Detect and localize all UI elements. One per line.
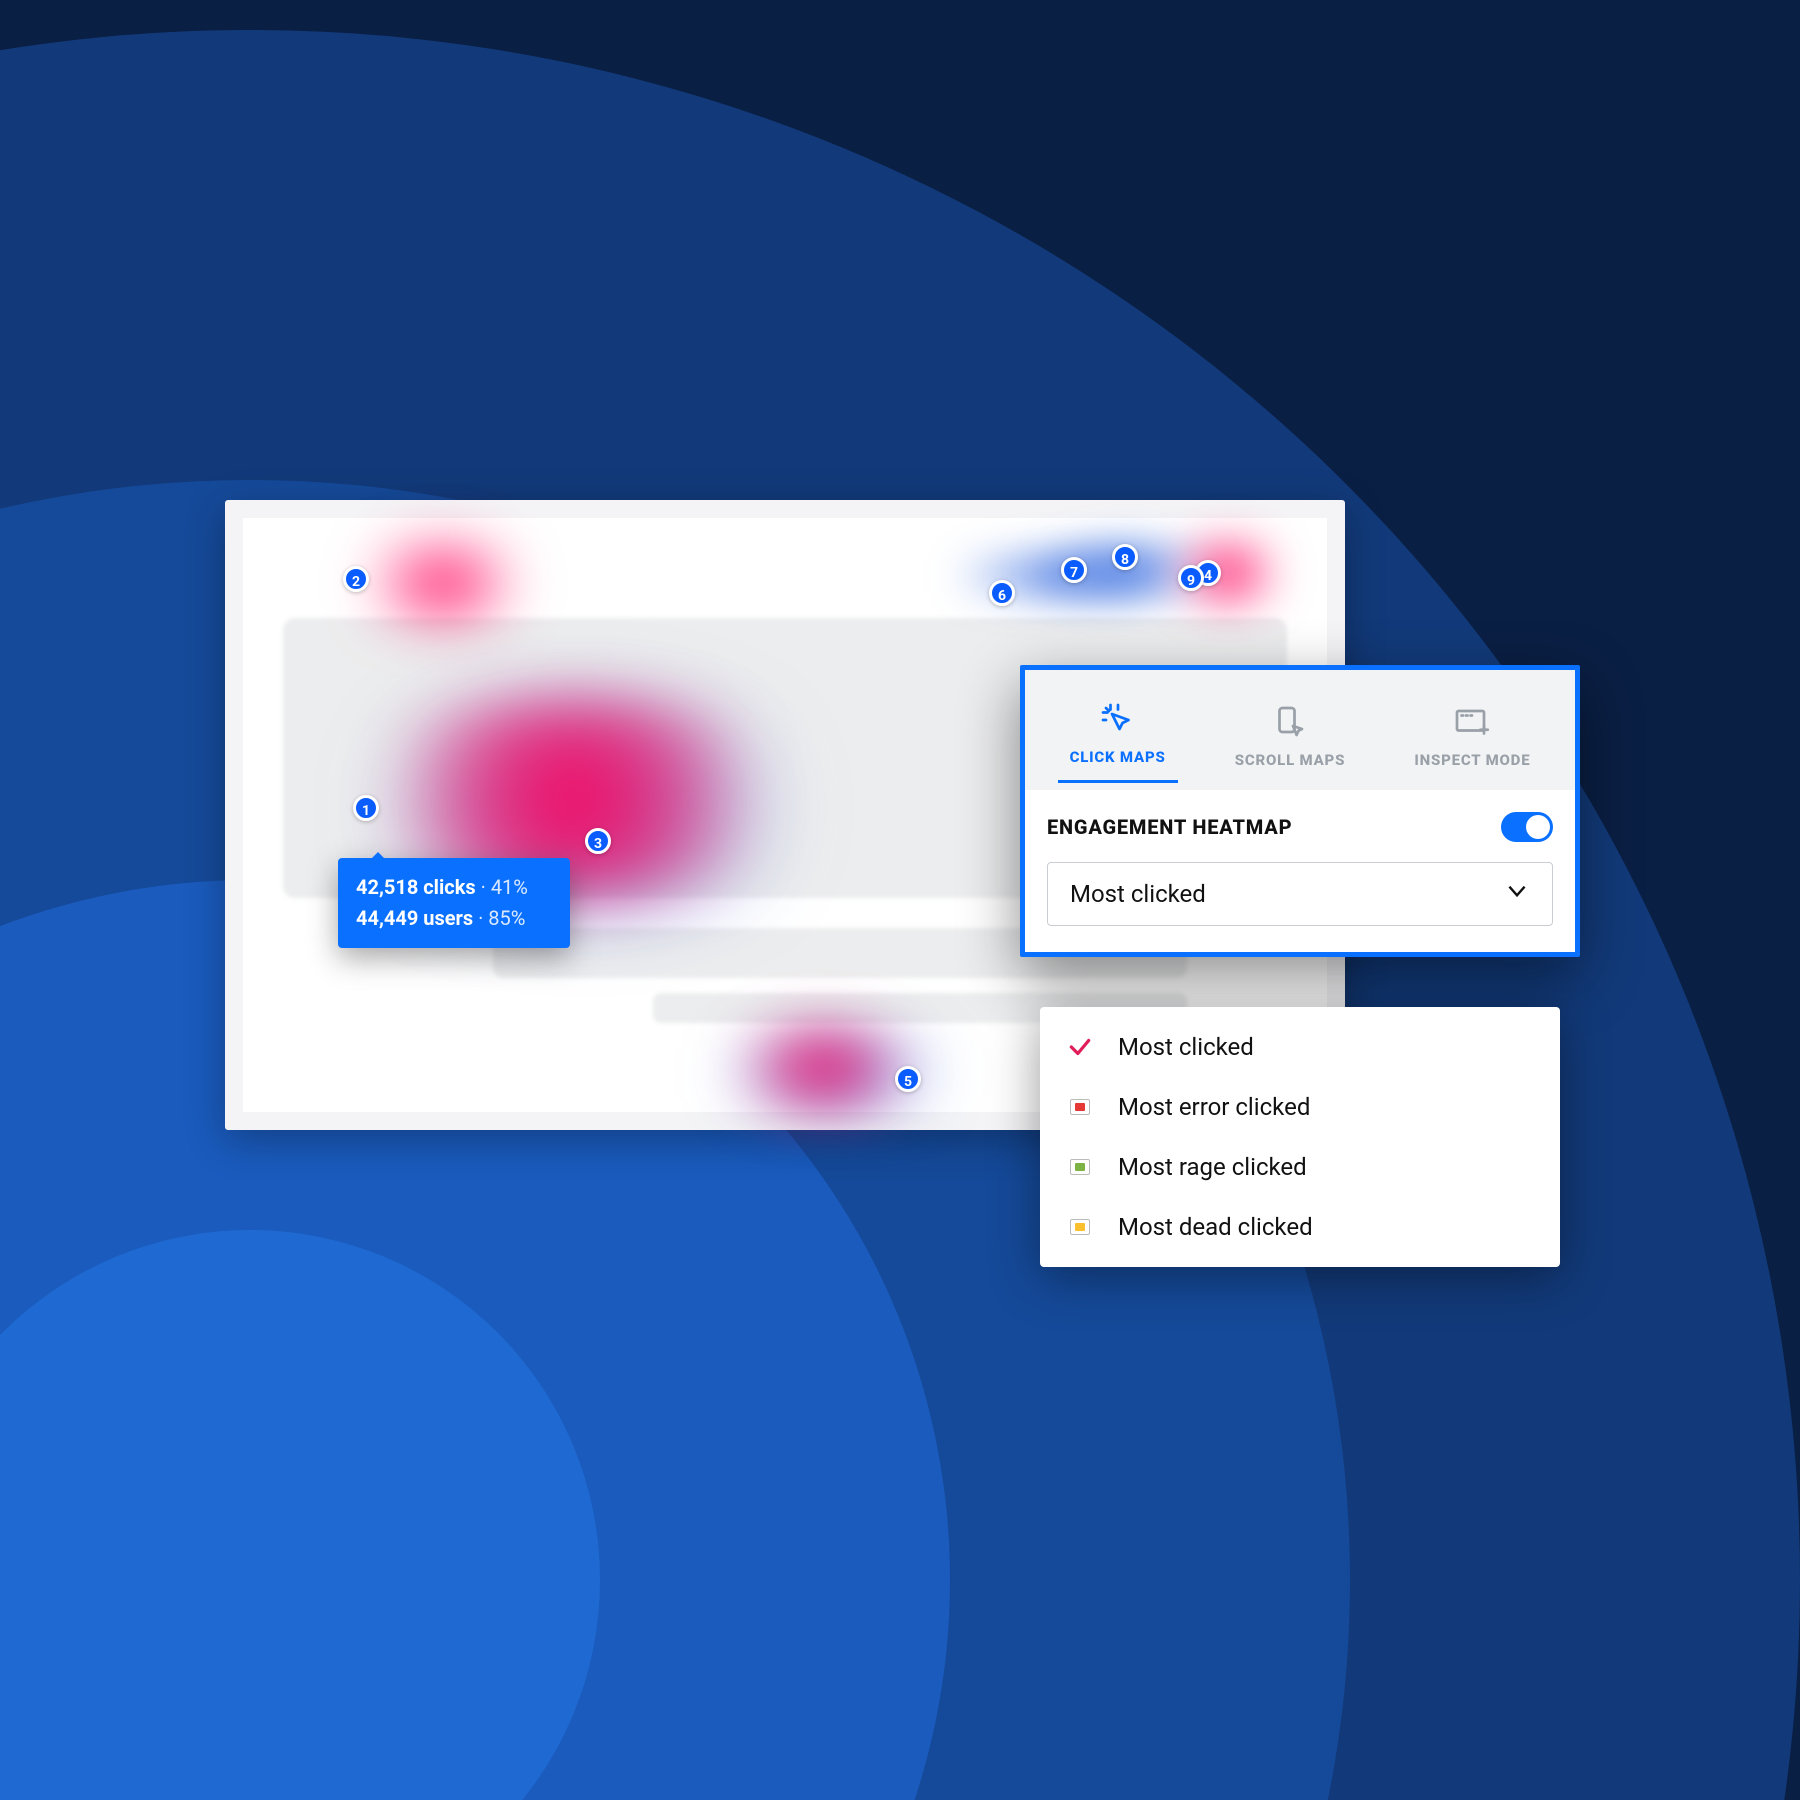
tooltip-users-pct: 85% — [488, 906, 525, 930]
click-icon — [1100, 702, 1136, 742]
tab-click-maps[interactable]: CLICK MAPS — [1058, 692, 1178, 783]
tab-scroll-maps[interactable]: SCROLL MAPS — [1223, 695, 1357, 783]
tooltip-clicks-pct: 41% — [491, 875, 528, 899]
scroll-icon — [1272, 705, 1308, 745]
tooltip-clicks: 42,518 clicks — [356, 875, 476, 899]
heatmap-controls-panel: CLICK MAPS SCROLL MAPS INSPECT MODE — [1020, 665, 1580, 957]
metric-select[interactable]: Most clicked — [1047, 862, 1553, 926]
section-title: ENGAGEMENT HEATMAP — [1047, 815, 1292, 839]
metric-select-value: Most clicked — [1070, 880, 1206, 908]
option-label: Most dead clicked — [1118, 1213, 1313, 1241]
metric-select-dropdown: Most clicked Most error clicked Most rag… — [1040, 1007, 1560, 1267]
heat-blob — [343, 548, 543, 618]
heatmap-marker-1[interactable]: 1 — [353, 795, 379, 821]
heatmap-marker-8[interactable]: 8 — [1112, 544, 1138, 570]
tooltip-users: 44,449 users — [356, 906, 473, 930]
chevron-down-icon — [1504, 878, 1530, 910]
tab-label: CLICK MAPS — [1070, 748, 1166, 766]
metric-option-most-dead-clicked[interactable]: Most dead clicked — [1040, 1197, 1560, 1257]
rage-badge-icon — [1066, 1153, 1094, 1181]
tab-inspect-mode[interactable]: INSPECT MODE — [1402, 695, 1542, 783]
option-label: Most error clicked — [1118, 1093, 1310, 1121]
dead-badge-icon — [1066, 1213, 1094, 1241]
metric-option-most-error-clicked[interactable]: Most error clicked — [1040, 1077, 1560, 1137]
tab-label: SCROLL MAPS — [1235, 751, 1345, 769]
engagement-heatmap-toggle[interactable] — [1501, 812, 1553, 842]
tab-label: INSPECT MODE — [1414, 751, 1530, 769]
heatmap-marker-9[interactable]: 9 — [1178, 565, 1204, 591]
heatmap-marker-3[interactable]: 3 — [585, 828, 611, 854]
metric-option-most-clicked[interactable]: Most clicked — [1040, 1017, 1560, 1077]
metric-option-most-rage-clicked[interactable]: Most rage clicked — [1040, 1137, 1560, 1197]
error-badge-icon — [1066, 1093, 1094, 1121]
heatmap-marker-tooltip: 42,518 clicks · 41% 44,449 users · 85% — [338, 858, 570, 948]
check-icon — [1066, 1033, 1094, 1061]
option-label: Most clicked — [1118, 1033, 1254, 1061]
heatmap-marker-6[interactable]: 6 — [989, 580, 1015, 606]
inspect-icon — [1454, 705, 1490, 745]
option-label: Most rage clicked — [1118, 1153, 1307, 1181]
heatmap-marker-7[interactable]: 7 — [1061, 557, 1087, 583]
heatmap-marker-5[interactable]: 5 — [895, 1066, 921, 1092]
panel-tabs: CLICK MAPS SCROLL MAPS INSPECT MODE — [1025, 670, 1575, 790]
heatmap-marker-2[interactable]: 2 — [343, 566, 369, 592]
